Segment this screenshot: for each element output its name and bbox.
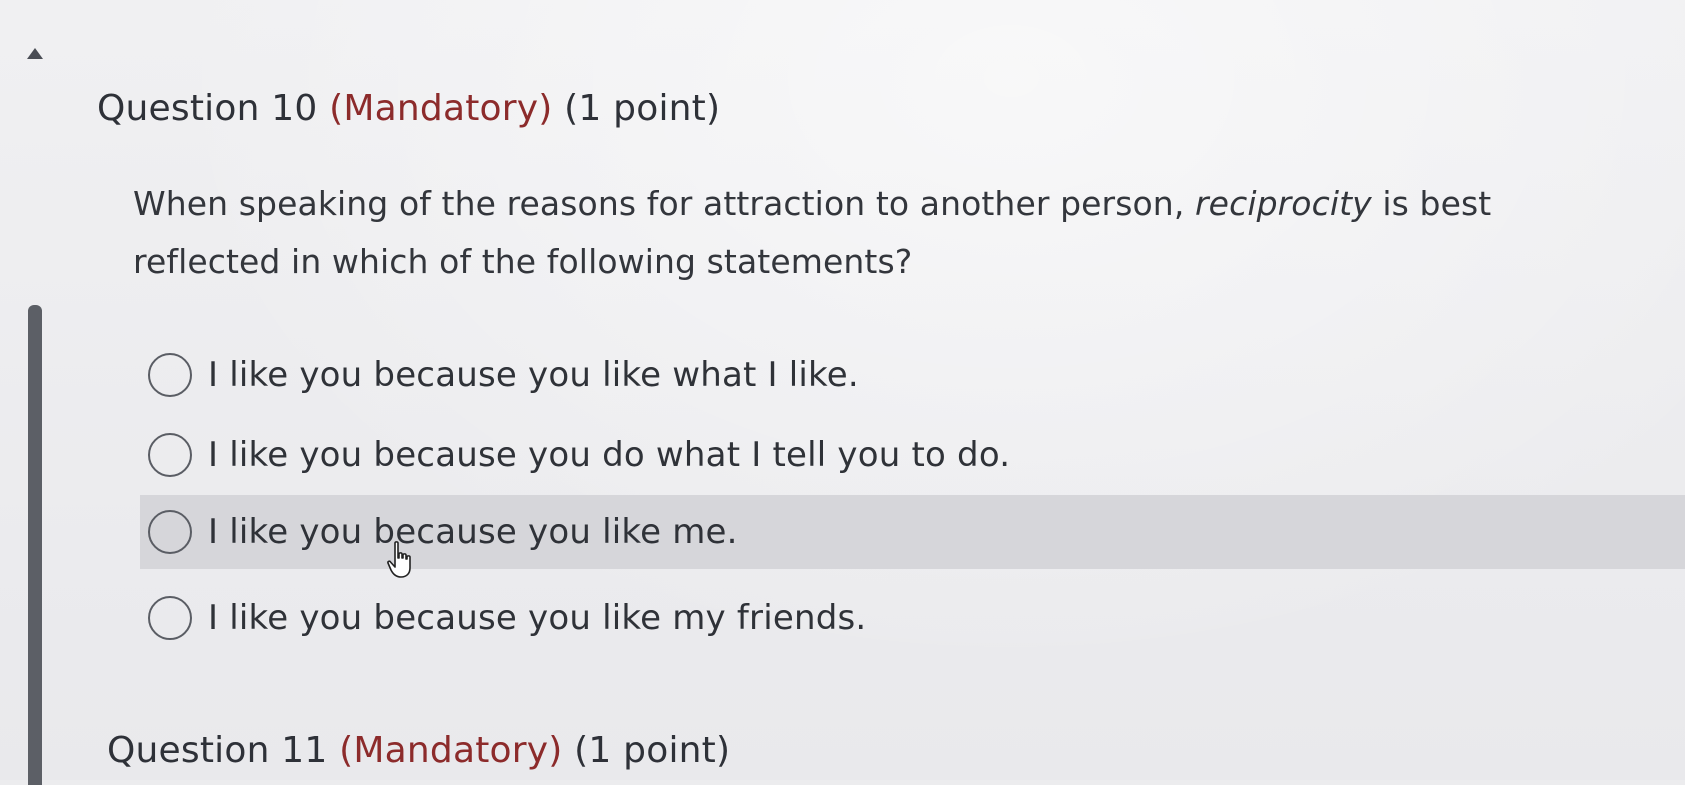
- mandatory-label: (Mandatory): [329, 88, 553, 129]
- collapse-triangle-icon[interactable]: [27, 48, 43, 59]
- points-label: (1 point): [564, 88, 721, 129]
- radio-button-icon[interactable]: [148, 510, 192, 554]
- mandatory-label: (Mandatory): [339, 730, 563, 771]
- answer-option-label: I like you because you like my friends.: [208, 598, 867, 638]
- answer-option-label: I like you because you like what I like.: [208, 355, 859, 395]
- answer-option-label: I like you because you like me.: [208, 512, 738, 552]
- answer-option-label: I like you because you do what I tell yo…: [208, 435, 1011, 475]
- radio-button-icon[interactable]: [148, 433, 192, 477]
- question-number: Question 10: [97, 88, 318, 129]
- answer-option-1[interactable]: I like you because you like what I like.: [140, 338, 1685, 412]
- question-text-keyword: reciprocity: [1195, 184, 1372, 223]
- hand-pointer-icon: [387, 541, 411, 578]
- radio-button-icon[interactable]: [148, 596, 192, 640]
- question-text-part-1: When speaking of the reasons for attract…: [133, 184, 1195, 223]
- question-10-heading: Question 10 (Mandatory) (1 point): [97, 88, 720, 129]
- question-10-text: When speaking of the reasons for attract…: [133, 175, 1643, 291]
- question-11-heading: Question 11 (Mandatory) (1 point): [107, 730, 730, 771]
- question-number: Question 11: [107, 730, 328, 771]
- question-focus-bar: [28, 305, 42, 785]
- points-label: (1 point): [574, 730, 731, 771]
- quiz-page: Question 10 (Mandatory) (1 point) When s…: [0, 0, 1685, 785]
- answer-option-4[interactable]: I like you because you like my friends.: [140, 581, 1685, 655]
- answer-option-2[interactable]: I like you because you do what I tell yo…: [140, 418, 1685, 492]
- radio-button-icon[interactable]: [148, 353, 192, 397]
- answer-option-3[interactable]: I like you because you like me.: [140, 495, 1685, 569]
